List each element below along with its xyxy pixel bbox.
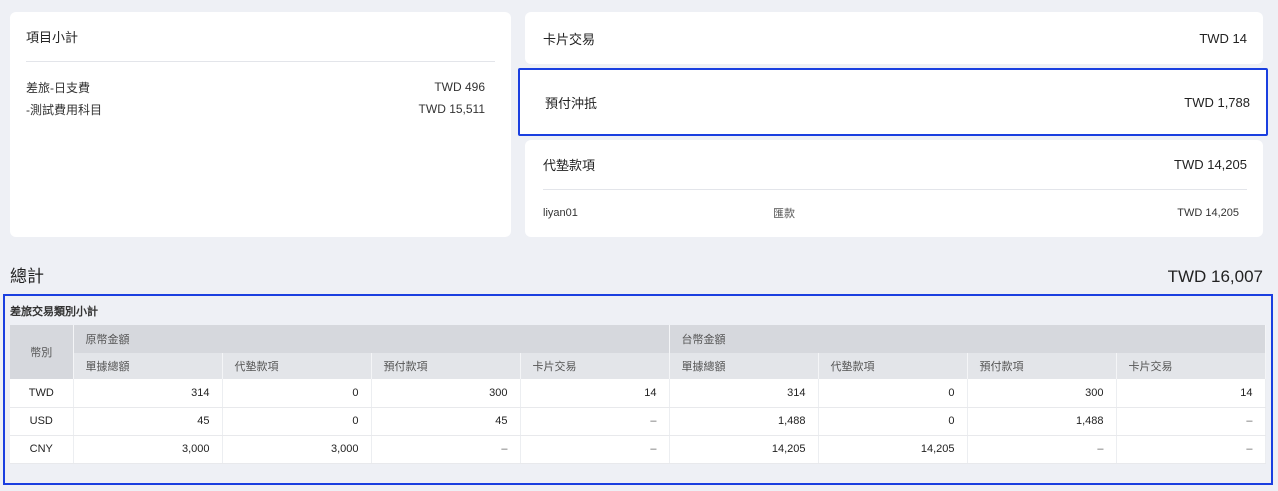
table-cell: 0: [818, 407, 968, 436]
table-cell: 3,000: [222, 435, 372, 464]
section-title: 差旅交易類別小計: [10, 306, 98, 318]
table-cell: 14,205: [669, 435, 819, 464]
prepay-offset-label: 預付沖抵: [545, 95, 598, 111]
table-cell: –: [1116, 407, 1266, 436]
column-header: 預付款項: [371, 353, 521, 379]
table-row: USD 45 0 45 – 1,488 0 1,488 –: [10, 407, 1266, 436]
table-cell: 1,488: [967, 407, 1117, 436]
list-item: 差旅-日支費 TWD 496: [26, 76, 495, 98]
column-header: 單據總額: [669, 353, 819, 379]
column-header: 單據總額: [73, 353, 223, 379]
item-label: -測試費用科目: [26, 102, 102, 117]
card-transaction-card: 卡片交易 TWD 14: [525, 12, 1263, 64]
total-row: 總計 TWD 16,007: [10, 262, 1263, 287]
table-cell: –: [520, 407, 670, 436]
table-cell: 3,000: [73, 435, 223, 464]
table-cell: 314: [73, 379, 223, 408]
total-label: 總計: [10, 267, 44, 286]
currency-cell: CNY: [10, 435, 74, 464]
advance-label: 代墊款項: [543, 158, 596, 173]
table-cell: 0: [222, 407, 372, 436]
item-amount: TWD 15,511: [418, 102, 485, 116]
table-cell: 300: [371, 379, 521, 408]
table-cell: 300: [967, 379, 1117, 408]
advance-detail-amount: TWD 14,205: [1177, 207, 1239, 219]
column-header: 卡片交易: [1116, 353, 1266, 379]
table-cell: –: [520, 435, 670, 464]
table-cell: 314: [669, 379, 819, 408]
total-amount: TWD 16,007: [1167, 267, 1263, 286]
table-row: TWD 314 0 300 14 314 0 300 14: [10, 379, 1266, 408]
table-cell: 0: [818, 379, 968, 408]
table-cell: 14: [1116, 379, 1266, 408]
item-subtotal-title: 項目小計: [26, 12, 495, 62]
column-group-twd: 台幣金額: [669, 325, 1266, 353]
table-cell: –: [1116, 435, 1266, 464]
category-subtotal-table: 幣別 原幣金額 台幣金額 單據總額 代墊款項 預付款項 卡片交易 單據總額 代墊…: [10, 325, 1266, 464]
card-transaction-label: 卡片交易: [543, 31, 596, 47]
table-cell: 14,205: [818, 435, 968, 464]
table-cell: 45: [371, 407, 521, 436]
currency-cell: TWD: [10, 379, 74, 408]
table-row: CNY 3,000 3,000 – – 14,205 14,205 – –: [10, 435, 1266, 464]
column-header-currency: 幣別: [10, 325, 74, 379]
advance-payment-card: 代墊款項 TWD 14,205 liyan01 匯款 TWD 14,205: [525, 140, 1263, 237]
column-header: 預付款項: [967, 353, 1117, 379]
table-cell: –: [967, 435, 1117, 464]
table-cell: 0: [222, 379, 372, 408]
list-item: -測試費用科目 TWD 15,511: [26, 98, 495, 120]
column-header: 代墊款項: [818, 353, 968, 379]
advance-method: 匯款: [773, 208, 795, 220]
advance-payee: liyan01: [543, 207, 578, 219]
column-header: 卡片交易: [520, 353, 670, 379]
item-label: 差旅-日支費: [26, 80, 90, 95]
advance-amount: TWD 14,205: [1174, 157, 1247, 172]
category-subtotal-section: 差旅交易類別小計 幣別 原幣金額 台幣金額 單據總額 代墊款項 預付款項 卡片交…: [3, 294, 1273, 485]
item-amount: TWD 496: [434, 80, 485, 94]
prepay-offset-card: 預付沖抵 TWD 1,788: [518, 68, 1268, 136]
item-subtotal-card: 項目小計 差旅-日支費 TWD 496 -測試費用科目 TWD 15,511: [10, 12, 511, 237]
table-cell: 45: [73, 407, 223, 436]
currency-cell: USD: [10, 407, 74, 436]
column-header: 代墊款項: [222, 353, 372, 379]
column-group-original: 原幣金額: [73, 325, 670, 353]
table-cell: 14: [520, 379, 670, 408]
table-cell: –: [371, 435, 521, 464]
advance-detail-row: liyan01 匯款 TWD 14,205: [543, 190, 1247, 236]
item-subtotal-list: 差旅-日支費 TWD 496 -測試費用科目 TWD 15,511: [26, 62, 495, 120]
card-transaction-amount: TWD 14: [1199, 30, 1247, 46]
table-cell: 1,488: [669, 407, 819, 436]
prepay-offset-amount: TWD 1,788: [1184, 94, 1250, 110]
